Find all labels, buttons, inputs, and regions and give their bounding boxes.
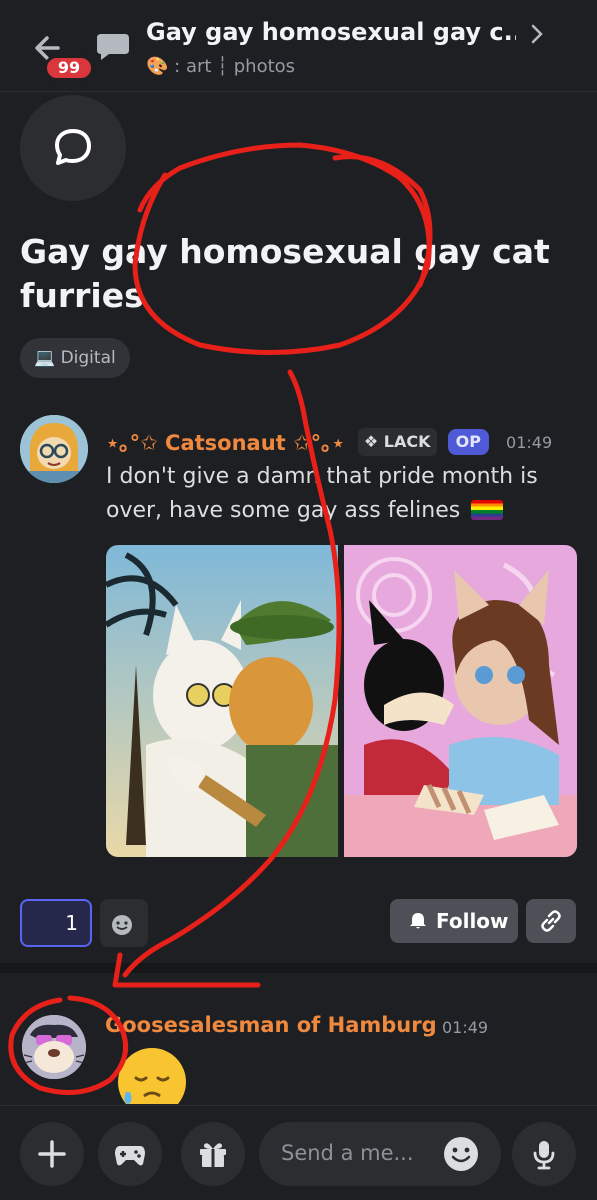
link-icon	[541, 910, 561, 932]
rainbow-flag-emoji	[471, 500, 504, 520]
message-input[interactable]: Send a me...	[259, 1122, 501, 1186]
reply-timestamp: 01:49	[442, 1018, 489, 1037]
channel-breadcrumb[interactable]: 🎨 : art ┆ photos	[146, 56, 295, 77]
attachment-image-2[interactable]	[344, 545, 577, 857]
chevron-right-icon	[531, 24, 543, 44]
channel-separator: ┆	[217, 56, 229, 77]
thread-title: Gay gay homosexual gay cat furries	[20, 232, 550, 315]
follow-label: Follow	[436, 909, 509, 933]
smile-icon[interactable]	[442, 1135, 480, 1173]
reaction-button[interactable]: 1	[20, 899, 92, 947]
activities-button[interactable]	[98, 1122, 162, 1186]
channel-name: photos	[233, 56, 296, 77]
op-badge: OP	[447, 429, 489, 455]
header-chevron-button[interactable]	[527, 22, 547, 46]
channel-category: : art	[174, 56, 212, 77]
palette-icon: 🎨	[146, 56, 169, 77]
attachment-image-1[interactable]	[106, 545, 338, 857]
reaction-count: 1	[65, 911, 78, 935]
bell-icon	[410, 913, 426, 929]
message-timestamp: 01:49	[506, 432, 553, 452]
thread-avatar	[20, 95, 126, 201]
chat-bubble-icon	[55, 129, 91, 165]
thread-header-title[interactable]: Gay gay homosexual gay c...	[146, 18, 516, 46]
message-author[interactable]: ⋆｡°✩ Catsonaut ✩°｡⋆	[106, 431, 345, 455]
tag-digital[interactable]: 💻 Digital	[20, 338, 130, 378]
reply-author[interactable]: Goosesalesman of Hamburg	[105, 1013, 437, 1037]
crying-face-emoji	[108, 1042, 186, 1116]
gift-button[interactable]	[181, 1122, 245, 1186]
thread-icon	[95, 30, 131, 62]
voice-message-button[interactable]	[512, 1122, 576, 1186]
unread-badge: 99	[44, 55, 94, 81]
follow-button[interactable]: Follow	[390, 899, 518, 943]
plus-icon	[38, 1140, 66, 1168]
avatar[interactable]	[20, 415, 88, 483]
message-header: ⋆｡°✩ Catsonaut ✩°｡⋆ ❖ LACK OP 01:49	[106, 427, 552, 457]
add-reaction-button[interactable]	[100, 899, 148, 947]
add-attachment-button[interactable]	[20, 1122, 84, 1186]
add-reaction-icon	[112, 915, 132, 935]
channel-header: 99 Gay gay homosexual gay c... 🎨 : art ┆…	[0, 0, 597, 92]
divider	[0, 963, 597, 973]
copy-link-button[interactable]	[526, 899, 576, 943]
role-badge[interactable]: ❖ LACK	[357, 428, 437, 456]
gift-icon	[200, 1143, 226, 1167]
gamepad-icon	[115, 1146, 145, 1166]
message-input-placeholder: Send a me...	[281, 1141, 414, 1165]
message-content: I don't give a damn that pride month is …	[106, 460, 576, 528]
mic-icon	[533, 1141, 555, 1170]
reply-avatar[interactable]	[22, 1015, 86, 1079]
